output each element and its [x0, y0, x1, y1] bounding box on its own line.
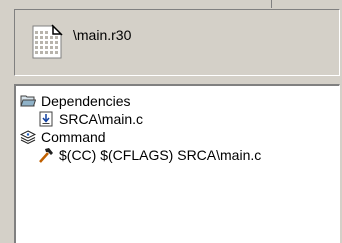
tree-item-label: SRCA\main.c: [59, 111, 144, 127]
output-file-header: \main.r30: [14, 9, 340, 76]
tree-item-label: $(CC) $(CFLAGS) SRCA\main.c: [59, 147, 262, 163]
tree-item-command[interactable]: Command: [19, 128, 106, 146]
tree-item-label: Command: [41, 129, 106, 145]
command-stack-icon: [19, 129, 37, 145]
dependency-tree[interactable]: Dependencies SRCA\main.c Command $(CC) $…: [14, 84, 340, 243]
pane-separator-line: [271, 0, 272, 8]
tree-item-source-file[interactable]: SRCA\main.c: [38, 110, 143, 128]
source-file-icon: [38, 111, 54, 127]
dotted-grid-document-icon: [31, 22, 65, 60]
tree-item-dependencies[interactable]: Dependencies: [20, 92, 131, 110]
tree-item-command-line[interactable]: $(CC) $(CFLAGS) SRCA\main.c: [38, 146, 261, 164]
hammer-icon: [38, 147, 54, 163]
open-folder-icon: [20, 93, 37, 109]
tree-item-label: Dependencies: [41, 93, 131, 109]
output-file-name: \main.r30: [73, 27, 132, 43]
